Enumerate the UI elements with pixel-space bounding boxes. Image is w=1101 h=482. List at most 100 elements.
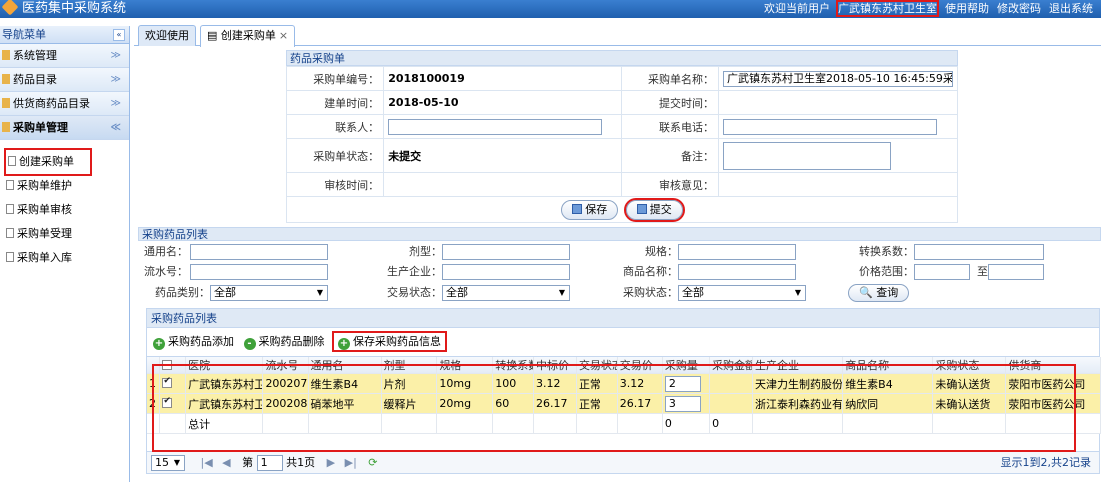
generic-name-input[interactable] bbox=[190, 244, 328, 260]
contact-field[interactable] bbox=[388, 118, 603, 135]
total-amount: 0 bbox=[709, 413, 753, 434]
save-drug-info-button[interactable]: + 保存采购药品信息 bbox=[332, 331, 447, 352]
remark-textarea[interactable] bbox=[723, 141, 891, 170]
app-title: 医药集中采购系统 bbox=[0, 0, 126, 18]
order-no-label: 采购单编号： bbox=[285, 66, 385, 91]
price-max-input[interactable] bbox=[988, 264, 1044, 280]
col-product-name[interactable]: 商品名称 bbox=[842, 357, 934, 374]
folder-icon bbox=[2, 122, 10, 132]
category-label: 药品类别： bbox=[155, 286, 210, 299]
col-supplier[interactable]: 供货商 bbox=[1005, 357, 1101, 374]
order-name-field[interactable]: 广武镇东苏村卫生室2018-05-10 16:45:59采 bbox=[723, 70, 953, 87]
form-button-row: 保存 提交 bbox=[286, 196, 958, 223]
manufacturer-label: 生产企业： bbox=[387, 265, 442, 278]
grid-toolbar: + 采购药品添加 - 采购药品删除 + 保存采购药品信息 bbox=[146, 328, 1100, 356]
conversion-label: 转换系数： bbox=[859, 245, 914, 258]
sidebar-section-supplier-catalog[interactable]: 供货商药品目录 ≫ bbox=[0, 92, 129, 116]
row-checkbox[interactable] bbox=[162, 376, 173, 388]
col-bid-price[interactable]: 中标价 bbox=[533, 357, 577, 374]
prev-page-icon[interactable]: ◀ bbox=[222, 456, 230, 469]
table-header: 医院 流水号 通用名 剂型 规格 转换系数 中标价 交易状态 交易价 采购量 采… bbox=[147, 357, 1101, 374]
chevron-down-icon: ▼ bbox=[794, 288, 801, 297]
manufacturer-input[interactable] bbox=[442, 264, 570, 280]
price-min-input[interactable] bbox=[914, 264, 970, 280]
first-page-icon[interactable]: |◀ bbox=[201, 456, 213, 469]
order-no-value: 2018100019 bbox=[383, 66, 622, 91]
create-time-value: 2018-05-10 bbox=[383, 90, 622, 115]
purchase-status-label: 采购状态： bbox=[623, 286, 678, 299]
dosage-form-input[interactable] bbox=[442, 244, 570, 260]
next-page-icon[interactable]: ▶ bbox=[327, 456, 335, 469]
current-user-link[interactable]: 广武镇东苏村卫生室 bbox=[836, 0, 939, 17]
sidebar-item-accept-order[interactable]: 采购单受理 bbox=[0, 222, 129, 246]
product-name-input[interactable] bbox=[678, 264, 796, 280]
search-title: 采购药品列表 bbox=[138, 227, 1101, 241]
logo-icon bbox=[1, 0, 19, 16]
logout-link[interactable]: 退出系统 bbox=[1049, 2, 1093, 15]
last-page-icon[interactable]: ▶| bbox=[345, 456, 357, 469]
delete-drug-button[interactable]: - 采购药品删除 bbox=[243, 335, 325, 350]
document-icon bbox=[6, 228, 14, 238]
sidebar-item-create-order[interactable]: 创建采购单 bbox=[0, 148, 129, 176]
sidebar-section-drug-catalog[interactable]: 药品目录 ≫ bbox=[0, 68, 129, 92]
sidebar-section-purchase-order[interactable]: 采购单管理 ≪ bbox=[0, 116, 129, 140]
chevron-down-icon: ▼ bbox=[173, 458, 180, 467]
collapse-sidebar-button[interactable]: « bbox=[113, 29, 125, 41]
spec-input[interactable] bbox=[678, 244, 796, 260]
sidebar-item-stock-order[interactable]: 采购单入库 bbox=[0, 246, 129, 270]
select-all-checkbox[interactable] bbox=[162, 359, 173, 370]
document-icon: ▤ bbox=[207, 29, 221, 42]
phone-field[interactable] bbox=[723, 118, 937, 135]
trade-status-select[interactable]: 全部 ▼ bbox=[442, 285, 570, 301]
grid-title: 采购药品列表 bbox=[146, 308, 1100, 328]
col-hospital[interactable]: 医院 bbox=[185, 357, 264, 374]
page-size-select[interactable]: 15 ▼ bbox=[151, 455, 185, 471]
search-icon: 🔍 bbox=[859, 286, 877, 299]
tab-create-order[interactable]: ▤ 创建采购单 × bbox=[200, 25, 296, 47]
audit-time-label: 审核时间： bbox=[285, 172, 385, 197]
row-checkbox[interactable] bbox=[162, 396, 173, 408]
page-input[interactable]: 1 bbox=[256, 455, 283, 471]
form-title: 药品采购单 bbox=[286, 50, 958, 66]
quantity-input[interactable]: 2 bbox=[664, 375, 701, 392]
sidebar-item-audit-order[interactable]: 采购单审核 bbox=[0, 198, 129, 222]
col-generic[interactable]: 通用名 bbox=[308, 357, 382, 374]
col-manufacturer[interactable]: 生产企业 bbox=[752, 357, 844, 374]
col-conversion[interactable]: 转换系数 bbox=[492, 357, 534, 374]
app-header: 医药集中采购系统 欢迎当前用户 广武镇东苏村卫生室 使用帮助 修改密码 退出系统 bbox=[0, 0, 1101, 18]
contact-label: 联系人： bbox=[285, 114, 385, 139]
folder-icon bbox=[2, 98, 10, 108]
serial-no-input[interactable] bbox=[190, 264, 328, 280]
col-form[interactable]: 剂型 bbox=[381, 357, 438, 374]
col-trade-status[interactable]: 交易状态 bbox=[576, 357, 618, 374]
close-icon[interactable]: × bbox=[279, 29, 288, 42]
table-row[interactable]: 1 广武镇东苏村卫生 200207 维生素B4 片剂 10mg 100 3.12… bbox=[147, 373, 1101, 394]
table-row[interactable]: 2 广武镇东苏村卫生 200208 硝苯地平 缓释片 20mg 60 26.17… bbox=[147, 393, 1101, 414]
help-link[interactable]: 使用帮助 bbox=[945, 2, 989, 15]
col-spec[interactable]: 规格 bbox=[436, 357, 494, 374]
quantity-input[interactable]: 3 bbox=[664, 395, 701, 412]
col-quantity[interactable]: 采购量 bbox=[662, 357, 711, 374]
conversion-input[interactable] bbox=[914, 244, 1044, 260]
plus-icon: + bbox=[153, 338, 165, 350]
total-pages: 共1页 bbox=[286, 456, 316, 469]
col-trade-price[interactable]: 交易价 bbox=[617, 357, 663, 374]
category-select[interactable]: 全部 ▼ bbox=[210, 285, 328, 301]
sidebar-item-maintain-order[interactable]: 采购单维护 bbox=[0, 174, 129, 198]
query-button[interactable]: 🔍 查询 bbox=[848, 284, 910, 302]
col-serial[interactable]: 流水号 bbox=[262, 357, 309, 374]
save-button[interactable]: 保存 bbox=[561, 199, 619, 220]
change-password-link[interactable]: 修改密码 bbox=[997, 2, 1041, 15]
col-amount[interactable]: 采购金额 bbox=[709, 357, 753, 374]
col-purchase-status[interactable]: 采购状态 bbox=[932, 357, 1007, 374]
tab-welcome[interactable]: 欢迎使用 bbox=[138, 25, 196, 46]
sidebar-section-system[interactable]: 系统管理 ≫ bbox=[0, 44, 129, 68]
submit-button[interactable]: 提交 bbox=[623, 197, 685, 222]
folder-icon bbox=[2, 50, 10, 60]
add-drug-button[interactable]: + 采购药品添加 bbox=[153, 335, 234, 350]
tab-bar: 欢迎使用 ▤ 创建采购单 × bbox=[134, 22, 1101, 47]
order-form: 药品采购单 采购单编号： 2018100019 采购单名称： 广武镇东苏村卫生室… bbox=[285, 50, 958, 248]
refresh-icon[interactable]: ⟳ bbox=[368, 456, 377, 469]
purchase-status-select[interactable]: 全部 ▼ bbox=[678, 285, 806, 301]
document-icon bbox=[6, 180, 14, 190]
